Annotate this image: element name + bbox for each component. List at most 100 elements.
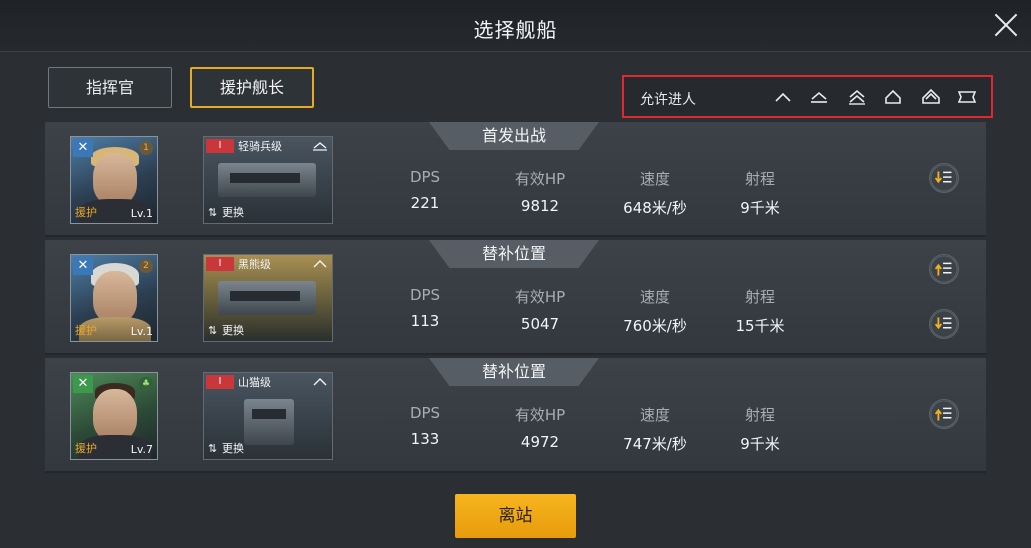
- stat-range: 射程 15千米: [715, 286, 805, 336]
- frigate-icon[interactable]: [772, 87, 794, 107]
- swap-ship-button[interactable]: ⇅ 更换: [208, 322, 244, 338]
- page-title: 选择舰船: [473, 18, 558, 42]
- move-up-button[interactable]: [929, 254, 959, 284]
- rank-badge: 2: [139, 259, 153, 273]
- portrait-face: [93, 389, 137, 441]
- stat-value: 133: [410, 430, 440, 448]
- captain-level: Lv.7: [130, 443, 153, 456]
- captain-role: 援护: [75, 206, 97, 219]
- filter-label: 允许进人: [640, 92, 696, 108]
- stat-label: 射程: [744, 406, 775, 424]
- captain-level: Lv.1: [130, 325, 153, 338]
- ship-slot-row: 首发出战 ✕ 1 援护 Lv.1 I 轻骑兵级 ⇅ 更换 DPS 221 有效HP 9…: [45, 122, 986, 237]
- stat-speed: 速度 648米/秒: [610, 168, 700, 218]
- allowed-entry-filter: 允许进人: [622, 75, 993, 118]
- stat-label: DPS: [409, 168, 441, 186]
- rank-badge: 1: [139, 141, 153, 155]
- ship-card[interactable]: I 轻骑兵级 ⇅ 更换: [203, 136, 333, 224]
- ship-hull-detail: [230, 291, 300, 301]
- ship-name: 轻骑兵级: [238, 140, 282, 153]
- stat-label: 有效HP: [514, 406, 566, 424]
- tab-support-captain[interactable]: 援护舰长: [190, 67, 314, 108]
- destroyer-icon[interactable]: [808, 87, 830, 107]
- ship-name: 黑熊级: [238, 258, 271, 271]
- ship-name: 山猫级: [238, 376, 271, 389]
- stat-value: 4972: [520, 433, 560, 451]
- battlecruiser-icon[interactable]: [882, 87, 904, 107]
- tab-commander[interactable]: 指挥官: [48, 67, 172, 108]
- battleship-icon[interactable]: [920, 87, 942, 107]
- stat-range: 射程 9千米: [715, 404, 805, 454]
- tier-badge: I: [206, 139, 234, 153]
- tier-badge: I: [206, 257, 234, 271]
- header-bar: 选择舰船: [0, 0, 1031, 52]
- stat-speed: 速度 760米/秒: [610, 286, 700, 336]
- stat-value: 648米/秒: [623, 199, 687, 217]
- stat-dps: DPS 113: [380, 286, 470, 330]
- slot-tag: 替补位置: [429, 240, 599, 268]
- stat-label: DPS: [409, 404, 441, 422]
- captain-portrait[interactable]: ✕ ♣ 援护 Lv.7: [70, 372, 158, 460]
- depart-button[interactable]: 离站: [455, 494, 576, 538]
- stat-value: 9千米: [740, 199, 780, 217]
- frigate-icon: [313, 378, 327, 386]
- ship-slot-row: 替补位置 ✕ ♣ 援护 Lv.7 I 山猫级 ⇅ 更换 DPS 133 有效HP 49…: [45, 358, 986, 473]
- stat-label: DPS: [409, 286, 441, 304]
- captain-level: Lv.1: [130, 207, 153, 220]
- stat-hp: 有效HP 5047: [495, 286, 585, 333]
- captain-role: 援护: [75, 442, 97, 455]
- stat-value: 747米/秒: [623, 435, 687, 453]
- ship-hull-detail: [252, 409, 286, 419]
- ship-card[interactable]: I 山猫级 ⇅ 更换: [203, 372, 333, 460]
- ship-hull-detail: [230, 173, 300, 183]
- ship-hull: [244, 399, 294, 445]
- wrench-icon: ✕: [73, 139, 93, 157]
- stat-label: 有效HP: [514, 170, 566, 188]
- stat-value: 760米/秒: [623, 317, 687, 335]
- cruiser-icon[interactable]: [846, 87, 868, 107]
- move-up-button[interactable]: [929, 399, 959, 429]
- destroyer-icon: [313, 142, 327, 151]
- stat-label: 射程: [744, 170, 775, 188]
- stat-hp: 有效HP 4972: [495, 404, 585, 451]
- swap-label: 更换: [222, 324, 244, 337]
- captain-portrait[interactable]: ✕ 1 援护 Lv.1: [70, 136, 158, 224]
- swap-icon: ⇅: [208, 324, 218, 337]
- stat-dps: DPS 133: [380, 404, 470, 448]
- captain-role: 援护: [75, 324, 97, 337]
- stat-value: 9千米: [740, 435, 780, 453]
- move-down-button[interactable]: [929, 163, 959, 193]
- ship-card[interactable]: I 黑熊级 ⇅ 更换: [203, 254, 333, 342]
- stat-range: 射程 9千米: [715, 168, 805, 218]
- stat-value: 5047: [520, 315, 560, 333]
- stat-label: 有效HP: [514, 288, 566, 306]
- stat-label: 射程: [744, 288, 775, 306]
- swap-icon: ⇅: [208, 442, 218, 455]
- portrait-face: [93, 271, 137, 323]
- swap-label: 更换: [222, 442, 244, 455]
- stat-value: 221: [410, 194, 440, 212]
- carrier-icon[interactable]: [956, 87, 978, 107]
- slot-tag: 首发出战: [429, 122, 599, 150]
- stat-hp: 有效HP 9812: [495, 168, 585, 215]
- wrench-icon: ✕: [73, 375, 93, 393]
- swap-label: 更换: [222, 206, 244, 219]
- swap-ship-button[interactable]: ⇅ 更换: [208, 204, 244, 220]
- stat-value: 9812: [520, 197, 560, 215]
- stat-label: 速度: [639, 288, 670, 306]
- move-down-button[interactable]: [929, 309, 959, 339]
- portrait-face: [93, 153, 137, 205]
- swap-ship-button[interactable]: ⇅ 更换: [208, 440, 244, 456]
- stat-value: 113: [410, 312, 440, 330]
- close-icon[interactable]: [991, 10, 1021, 40]
- stat-label: 速度: [639, 406, 670, 424]
- ship-slot-row: 替补位置 ✕ 2 援护 Lv.1 I 黑熊级 ⇅ 更换 DPS 113 有效HP 50…: [45, 240, 986, 355]
- stat-speed: 速度 747米/秒: [610, 404, 700, 454]
- tier-badge: I: [206, 375, 234, 389]
- frigate-icon: [313, 260, 327, 268]
- stat-value: 15千米: [735, 317, 785, 335]
- wrench-icon: ✕: [73, 257, 93, 275]
- swap-icon: ⇅: [208, 206, 218, 219]
- captain-portrait[interactable]: ✕ 2 援护 Lv.1: [70, 254, 158, 342]
- rank-badge: ♣: [139, 377, 153, 391]
